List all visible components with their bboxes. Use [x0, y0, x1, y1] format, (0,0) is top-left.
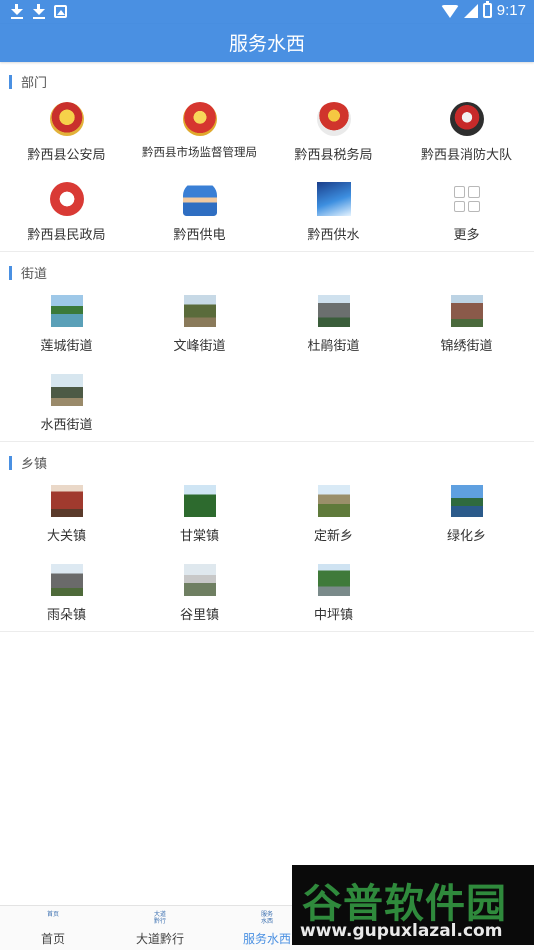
section-title: 乡镇	[21, 457, 48, 472]
service-tab-icon: 服务水西	[260, 911, 273, 925]
town-item-lvhua[interactable]: 绿化乡	[400, 475, 533, 555]
section-title: 部门	[21, 76, 48, 91]
street-photo-thumbnail	[450, 295, 483, 327]
battery-icon	[482, 1, 492, 18]
download-icon	[32, 3, 46, 19]
town-photo-thumbnail	[50, 485, 83, 517]
system-indicators: 9:17	[440, 1, 526, 19]
town-item-daguan[interactable]: 大关镇	[0, 475, 133, 555]
nav-tab-label: 首页	[40, 932, 65, 946]
nav-tab-dadao-qianxing[interactable]: 大道黔行 大道黔行	[107, 906, 213, 950]
market-regulation-emblem-icon	[182, 102, 217, 136]
power-supply-icon	[182, 182, 217, 216]
download-icon	[10, 3, 24, 19]
item-label: 杜鹃街道	[307, 339, 360, 354]
watermark-url: www.gupuxlazal.com	[300, 921, 503, 941]
street-photo-thumbnail	[183, 295, 216, 327]
item-label: 莲城街道	[40, 339, 93, 354]
tax-emblem-icon	[316, 102, 351, 136]
page-title: 服务水西	[228, 33, 305, 55]
town-photo-thumbnail	[50, 564, 83, 596]
wifi-icon	[440, 5, 459, 18]
streets-section: 街道 莲城街道 文峰街道 杜鹃街道 锦绣街道 水西街道	[0, 253, 534, 442]
dadao-tab-icon: 大道黔行	[153, 911, 166, 925]
section-header: 乡镇	[9, 453, 47, 472]
street-item-wenfeng[interactable]: 文峰街道	[133, 285, 266, 365]
section-accent-bar	[9, 74, 12, 89]
section-header: 部门	[9, 72, 47, 91]
item-label: 甘棠镇	[179, 529, 219, 544]
nav-tab-home[interactable]: 首页 首页	[0, 906, 106, 950]
town-item-dingxin[interactable]: 定新乡	[267, 475, 400, 555]
item-label: 谷里镇	[179, 608, 219, 623]
street-photo-thumbnail	[50, 295, 83, 327]
image-notification-icon	[54, 5, 67, 18]
nav-tab-label: 大道黔行	[135, 932, 184, 946]
department-item-civil-affairs[interactable]: 黔西县民政局	[0, 174, 133, 254]
town-photo-thumbnail	[450, 485, 483, 517]
section-header: 街道	[9, 263, 47, 282]
item-label: 黔西县公安局	[27, 148, 106, 163]
item-label: 水西街道	[40, 418, 93, 433]
towns-section: 乡镇 大关镇 甘棠镇 定新乡 绿化乡 雨朵镇 谷里镇 中坪镇	[0, 443, 534, 632]
street-item-dujuan[interactable]: 杜鹃街道	[267, 285, 400, 365]
department-item-tax[interactable]: 黔西县税务局	[267, 94, 400, 174]
street-item-jinxiu[interactable]: 锦绣街道	[400, 285, 533, 365]
notification-icons	[10, 3, 67, 19]
status-bar: 9:17	[0, 0, 534, 24]
civil-affairs-emblem-icon	[49, 182, 84, 216]
town-photo-thumbnail	[317, 564, 350, 596]
police-emblem-icon	[49, 102, 84, 136]
item-label: 黔西供电	[173, 228, 226, 243]
more-grid-icon	[453, 186, 480, 212]
section-accent-bar	[9, 455, 12, 470]
home-tab-icon: 首页	[46, 911, 59, 918]
item-label: 锦绣街道	[440, 339, 493, 354]
title-bar: 服务水西	[0, 24, 534, 62]
town-photo-thumbnail	[183, 564, 216, 596]
town-item-guli[interactable]: 谷里镇	[133, 554, 266, 634]
item-label: 文峰街道	[173, 339, 226, 354]
signal-icon	[463, 3, 478, 18]
department-item-market-regulation[interactable]: 黔西县市场监督管理局	[133, 94, 266, 174]
section-accent-bar	[9, 265, 12, 280]
item-label: 中坪镇	[313, 608, 353, 623]
item-label: 黔西县消防大队	[420, 148, 512, 163]
app-screen: 9:17 服务水西 部门 黔西县公安局 黔西县市场监督管理局 黔西县税务局 黔西…	[0, 0, 534, 950]
town-item-yuduo[interactable]: 雨朵镇	[0, 554, 133, 634]
item-label: 更多	[453, 228, 480, 243]
item-label: 黔西县市场监督管理局	[142, 145, 257, 159]
department-item-fire-brigade[interactable]: 黔西县消防大队	[400, 94, 533, 174]
street-item-shuixi[interactable]: 水西街道	[0, 364, 133, 444]
town-item-zhongping[interactable]: 中坪镇	[267, 554, 400, 634]
item-label: 雨朵镇	[46, 608, 86, 623]
department-item-police[interactable]: 黔西县公安局	[0, 94, 133, 174]
department-item-power-supply[interactable]: 黔西供电	[133, 174, 266, 254]
item-label: 黔西县税务局	[294, 148, 373, 163]
street-item-liancheng[interactable]: 莲城街道	[0, 285, 133, 365]
item-label: 黔西供水	[307, 228, 360, 243]
clock: 9:17	[496, 2, 526, 19]
department-item-more[interactable]: 更多	[400, 174, 533, 254]
fire-brigade-emblem-icon	[449, 102, 484, 136]
item-label: 绿化乡	[446, 529, 486, 544]
departments-section: 部门 黔西县公安局 黔西县市场监督管理局 黔西县税务局 黔西县消防大队 黔西县民…	[0, 62, 534, 252]
town-photo-thumbnail	[317, 485, 350, 517]
item-label: 大关镇	[46, 529, 86, 544]
site-watermark: 谷普软件园 www.gupuxlazal.com	[292, 865, 534, 945]
street-photo-thumbnail	[50, 374, 83, 406]
town-photo-thumbnail	[183, 485, 216, 517]
section-title: 街道	[21, 267, 48, 282]
department-item-water-supply[interactable]: 黔西供水	[267, 174, 400, 254]
water-supply-icon	[316, 182, 351, 216]
town-item-gantang[interactable]: 甘棠镇	[133, 475, 266, 555]
item-label: 黔西县民政局	[27, 228, 106, 243]
item-label: 定新乡	[313, 529, 353, 544]
street-photo-thumbnail	[317, 295, 350, 327]
